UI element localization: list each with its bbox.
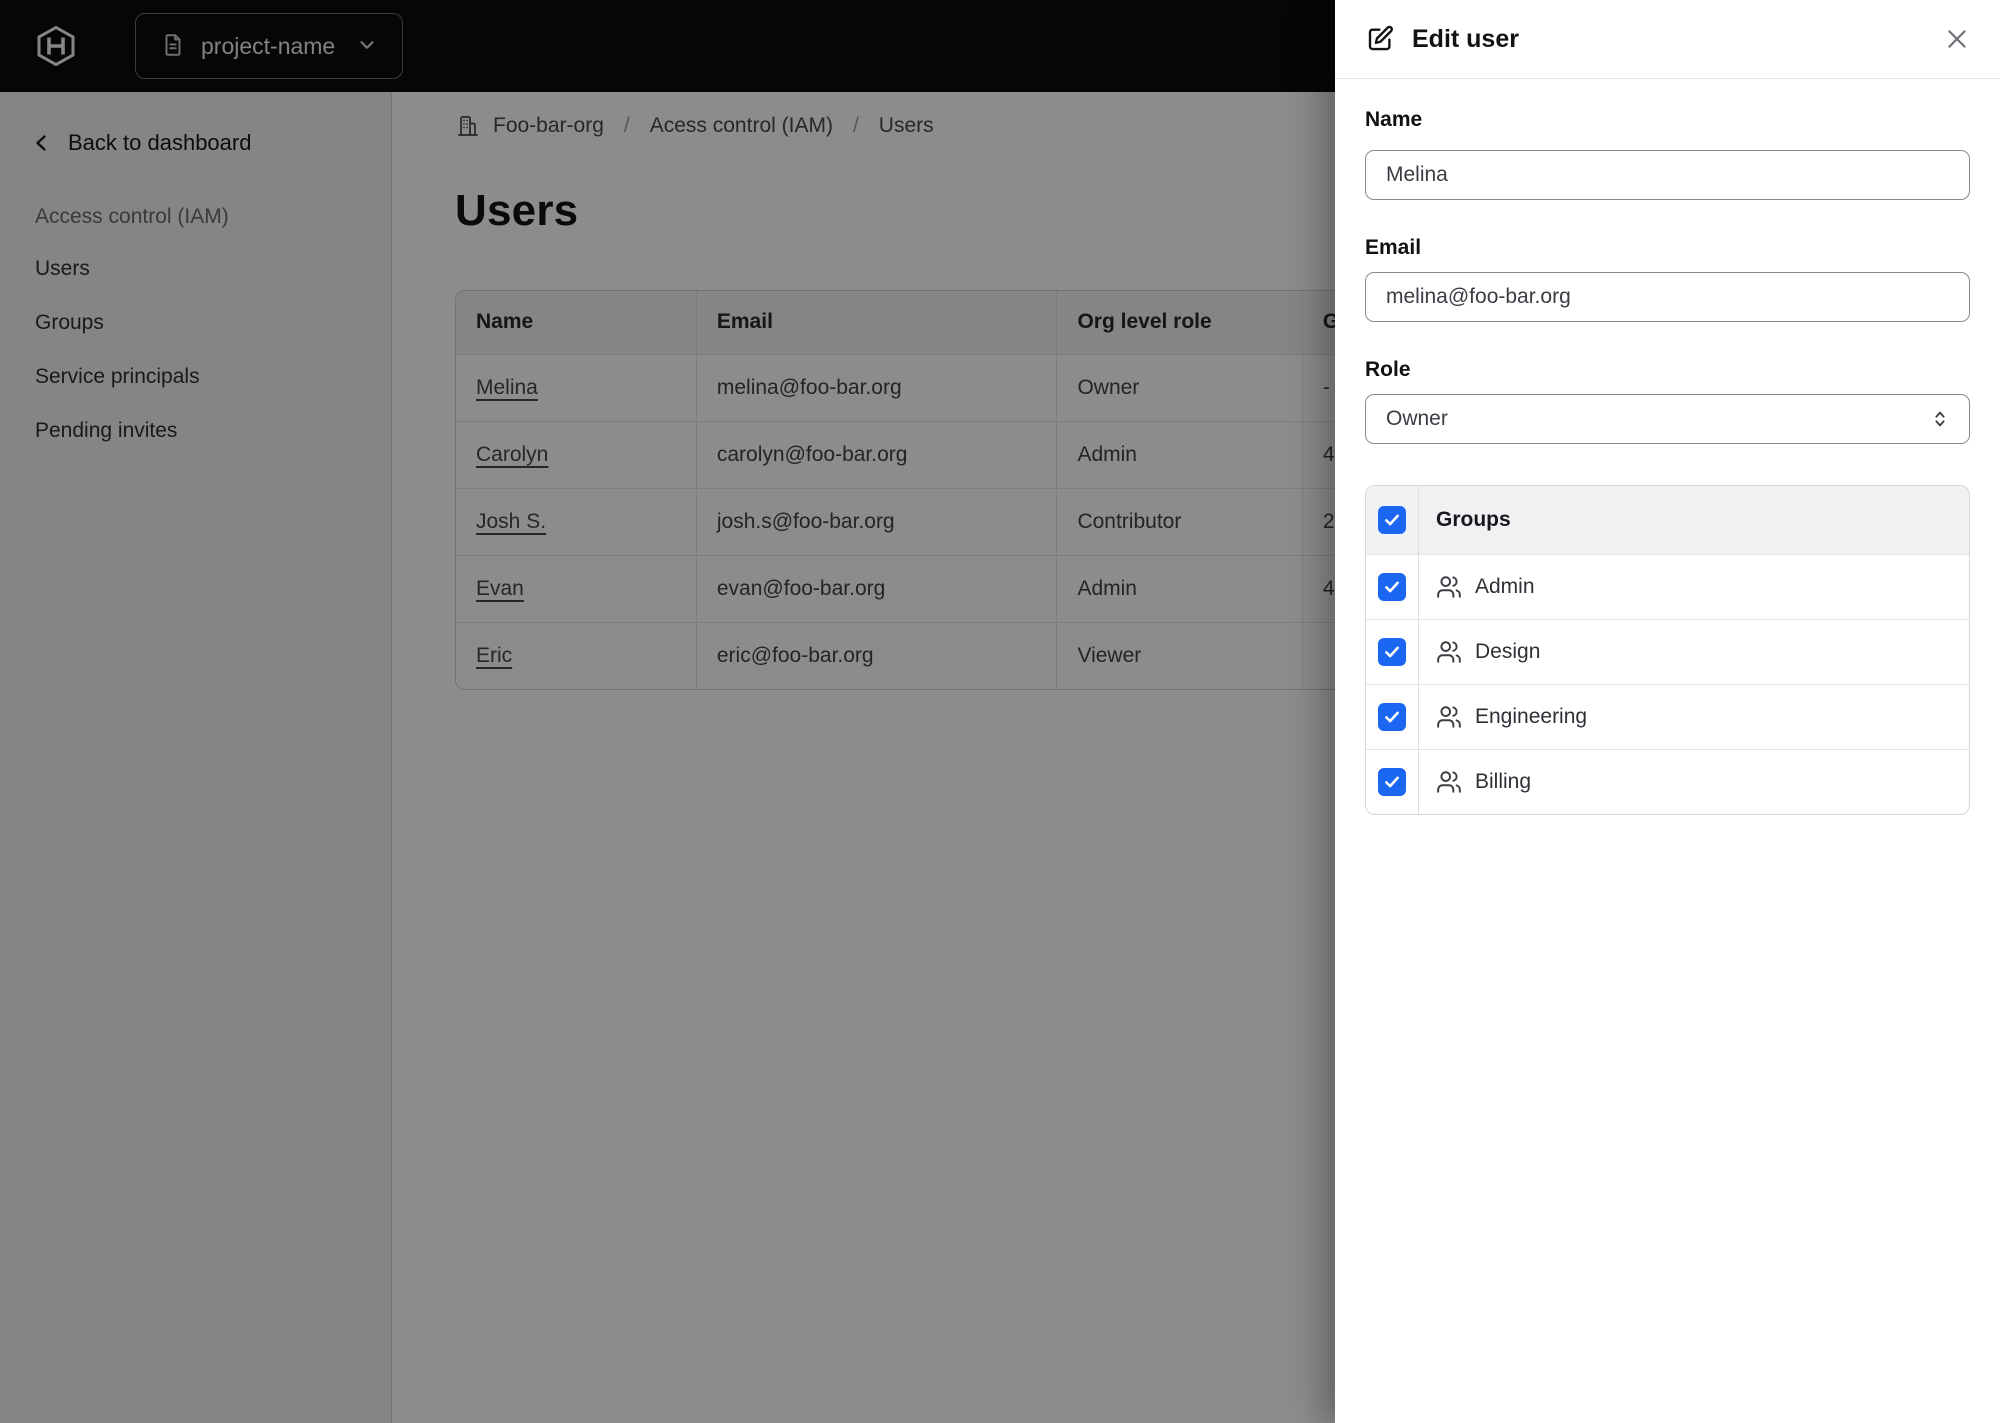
- drawer-title: Edit user: [1412, 24, 1519, 53]
- app-window: project-name Back to dashboard Access co…: [0, 0, 2000, 1423]
- email-field-label: Email: [1365, 236, 1422, 259]
- edit-user-drawer: Edit user Name Email Role Owner: [1335, 0, 2000, 1423]
- checkbox-check-icon: [1385, 711, 1399, 723]
- checkbox-check-icon: [1385, 581, 1399, 593]
- select-stepper-icon: [1929, 408, 1951, 430]
- drawer-header: Edit user: [1335, 0, 2000, 79]
- group-label: Design: [1475, 640, 1541, 663]
- users-icon: [1436, 704, 1462, 730]
- group-checkbox-admin[interactable]: [1378, 573, 1406, 601]
- role-field-label: Role: [1365, 358, 1411, 381]
- group-label: Admin: [1475, 575, 1535, 598]
- name-field-label: Name: [1365, 108, 1423, 131]
- group-label: Engineering: [1475, 705, 1588, 728]
- users-icon: [1436, 574, 1462, 600]
- groups-panel-header-label: Groups: [1436, 508, 1511, 531]
- email-field[interactable]: [1365, 272, 1970, 322]
- role-select[interactable]: Owner: [1365, 394, 1970, 444]
- checkbox-check-icon: [1385, 646, 1399, 658]
- group-checkbox-design[interactable]: [1378, 638, 1406, 666]
- groups-panel: Groups Admin Design Engineering Billing: [1365, 485, 1970, 815]
- group-checkbox-engineering[interactable]: [1378, 703, 1406, 731]
- name-field[interactable]: [1365, 150, 1970, 200]
- group-row-design: Design: [1366, 619, 1969, 684]
- users-icon: [1436, 639, 1462, 665]
- role-select-value: Owner: [1386, 407, 1448, 430]
- checkbox-check-icon: [1385, 514, 1399, 526]
- group-row-admin: Admin: [1366, 554, 1969, 619]
- select-all-groups-checkbox[interactable]: [1378, 506, 1406, 534]
- group-label: Billing: [1475, 770, 1532, 793]
- group-row-billing: Billing: [1366, 749, 1969, 814]
- drawer-body: Name Email Role Owner: [1335, 108, 2000, 815]
- users-icon: [1436, 769, 1462, 795]
- checkbox-check-icon: [1385, 776, 1399, 788]
- edit-icon: [1365, 24, 1395, 54]
- groups-panel-header: Groups: [1366, 486, 1969, 554]
- group-row-engineering: Engineering: [1366, 684, 1969, 749]
- group-checkbox-billing[interactable]: [1378, 768, 1406, 796]
- close-icon[interactable]: [1944, 26, 1970, 52]
